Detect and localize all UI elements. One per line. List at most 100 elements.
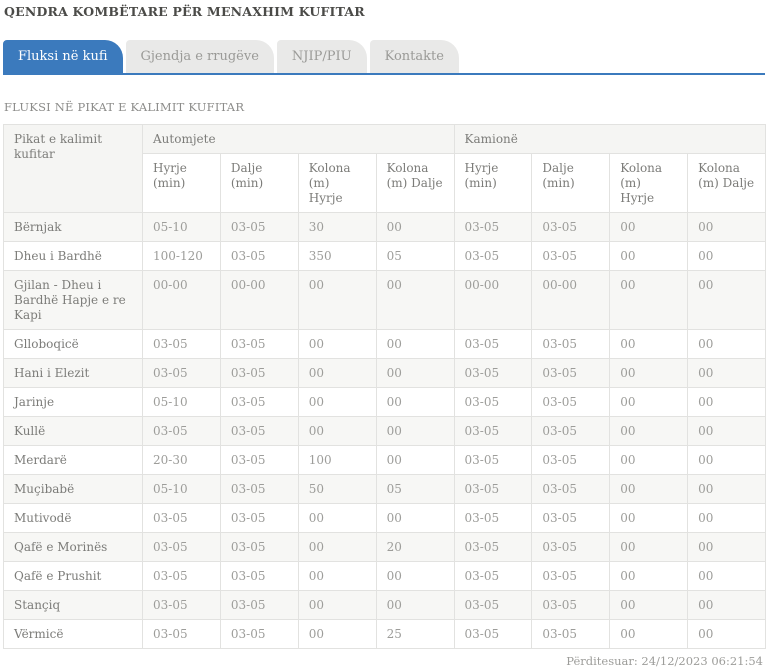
crossing-point-name: Mutivodë: [3, 503, 143, 533]
flow-value-cell: 00: [297, 329, 377, 359]
crossing-point-name: Dheu i Bardhë: [3, 241, 143, 271]
flow-value-cell: 30: [297, 212, 377, 242]
flow-value-cell: 00: [297, 358, 377, 388]
table-body: Bërnjak 05-10 03-05 30 00 03-05 03-05 00 00 Dheu …: [3, 212, 766, 649]
flow-value-cell: 100: [297, 445, 377, 475]
flow-value-cell: 00: [609, 619, 689, 649]
flow-value-cell: 03-05: [531, 503, 611, 533]
table-row: Qafë e Morinës 03-05 03-05 00 20 03-05 03-05 00…: [3, 532, 766, 562]
flow-value-cell: 03-05: [453, 590, 533, 620]
flow-value-cell: 00-00: [531, 270, 611, 330]
flow-value-cell: 00: [687, 358, 766, 388]
flow-value-cell: 05-10: [142, 387, 221, 417]
crossing-point-name: Stançiq: [3, 590, 143, 620]
flow-value-cell: 00: [375, 212, 455, 242]
flow-value-cell: 00: [687, 329, 766, 359]
flow-value-cell: 05: [375, 241, 455, 271]
flow-value-cell: 03-05: [453, 532, 533, 562]
flow-value-cell: 00: [609, 532, 689, 562]
flow-value-cell: 03-05: [531, 445, 611, 475]
flow-value-cell: 03-05: [453, 387, 533, 417]
flow-value-cell: 50: [297, 474, 377, 504]
flow-value-cell: 00-00: [142, 270, 221, 330]
column-header-auto-kolona-dalje: Kolona (m) Dalje: [375, 153, 455, 213]
crossing-point-name: Glloboqicë: [3, 329, 143, 359]
flow-value-cell: 00: [687, 212, 766, 242]
flow-value-cell: 00: [297, 503, 377, 533]
table-row: Vërmicë 03-05 03-05 00 25 03-05 03-05 00 00: [3, 619, 766, 649]
flow-value-cell: 03-05: [531, 241, 611, 271]
crossing-point-name: Hani i Elezit: [3, 358, 143, 388]
flow-value-cell: 03-05: [453, 474, 533, 504]
flow-value-cell: 03-05: [531, 212, 611, 242]
table-row: Merdarë 20-30 03-05 100 00 03-05 03-05 00 00: [3, 445, 766, 475]
flow-value-cell: 03-05: [531, 387, 611, 417]
flow-value-cell: 00: [297, 561, 377, 591]
flow-value-cell: 00: [375, 329, 455, 359]
column-header-kamione-dalje-min: Dalje (min): [531, 153, 611, 213]
tab-kontakte[interactable]: Kontakte: [369, 40, 459, 73]
flow-value-cell: 00: [609, 241, 689, 271]
flow-value-cell: 03-05: [531, 561, 611, 591]
table-row: Glloboqicë 03-05 03-05 00 00 03-05 03-05 00 00: [3, 329, 766, 359]
page: QENDRA KOMBËTARE PËR MENAXHIM KUFITAR Fl…: [0, 0, 768, 668]
flow-value-cell: 03-05: [219, 532, 299, 562]
section-heading: FLUKSI NË PIKAT E KALIMIT KUFITAR: [4, 100, 245, 114]
flow-value-cell: 03-05: [219, 212, 299, 242]
flow-value-cell: 03-05: [219, 474, 299, 504]
crossing-point-name: Merdarë: [3, 445, 143, 475]
flow-value-cell: 03-05: [453, 329, 533, 359]
flow-value-cell: 03-05: [219, 503, 299, 533]
flow-value-cell: 03-05: [142, 561, 221, 591]
flow-value-cell: 00: [687, 590, 766, 620]
flow-value-cell: 03-05: [453, 445, 533, 475]
flow-value-cell: 00: [375, 561, 455, 591]
flow-value-cell: 03-05: [531, 619, 611, 649]
flow-value-cell: 00: [609, 503, 689, 533]
flow-value-cell: 03-05: [142, 619, 221, 649]
flow-value-cell: 00: [297, 387, 377, 417]
flow-value-cell: 00: [687, 387, 766, 417]
column-group-automjete: Automjete: [142, 124, 455, 154]
flow-value-cell: 00: [687, 241, 766, 271]
table-row: Mutivodë 03-05 03-05 00 00 03-05 03-05 00 00: [3, 503, 766, 533]
crossing-point-name: Muçibabë: [3, 474, 143, 504]
column-header-kamione-kolona-hyrje: Kolona (m) Hyrje: [609, 153, 689, 213]
flow-value-cell: 350: [297, 241, 377, 271]
column-header-kamione-kolona-dalje: Kolona (m) Dalje: [687, 153, 766, 213]
flow-value-cell: 00: [375, 590, 455, 620]
flow-value-cell: 00: [687, 445, 766, 475]
flow-value-cell: 03-05: [142, 358, 221, 388]
flow-value-cell: 00: [609, 474, 689, 504]
tab-bar: Fluksi në kufi Gjendja e rrugëve NJIP/PI…: [3, 40, 765, 75]
table-header: Pikat e kalimit kufitar Automjete Kamion…: [3, 124, 766, 213]
flow-value-cell: 03-05: [531, 358, 611, 388]
flow-value-cell: 03-05: [219, 445, 299, 475]
table-row: Muçibabë 05-10 03-05 50 05 03-05 03-05 00 00: [3, 474, 766, 504]
table-row: Jarinje 05-10 03-05 00 00 03-05 03-05 00 00: [3, 387, 766, 417]
flow-value-cell: 25: [375, 619, 455, 649]
flow-value-cell: 00-00: [453, 270, 533, 330]
flow-value-cell: 03-05: [219, 387, 299, 417]
flow-value-cell: 100-120: [142, 241, 221, 271]
flow-value-cell: 00: [609, 270, 689, 330]
flow-value-cell: 00: [375, 503, 455, 533]
flow-value-cell: 00: [297, 619, 377, 649]
flow-value-cell: 03-05: [219, 416, 299, 446]
flow-value-cell: 03-05: [531, 474, 611, 504]
flow-value-cell: 20: [375, 532, 455, 562]
flow-value-cell: 00: [609, 212, 689, 242]
flow-value-cell: 00: [687, 532, 766, 562]
flow-value-cell: 00: [297, 532, 377, 562]
flow-value-cell: 00: [687, 503, 766, 533]
flow-value-cell: 05-10: [142, 474, 221, 504]
tab-gjendja-e-rrugeve[interactable]: Gjendja e rrugëve: [125, 40, 274, 73]
flow-value-cell: 00: [687, 619, 766, 649]
tab-njip-piu[interactable]: NJIP/PIU: [276, 40, 367, 73]
column-header-auto-dalje-min: Dalje (min): [219, 153, 299, 213]
border-flow-table: Pikat e kalimit kufitar Automjete Kamion…: [3, 124, 766, 649]
flow-value-cell: 03-05: [219, 329, 299, 359]
tab-fluksi-ne-kufi[interactable]: Fluksi në kufi: [3, 40, 123, 73]
column-header-kamione-hyrje-min: Hyrje (min): [453, 153, 533, 213]
flow-value-cell: 03-05: [142, 590, 221, 620]
